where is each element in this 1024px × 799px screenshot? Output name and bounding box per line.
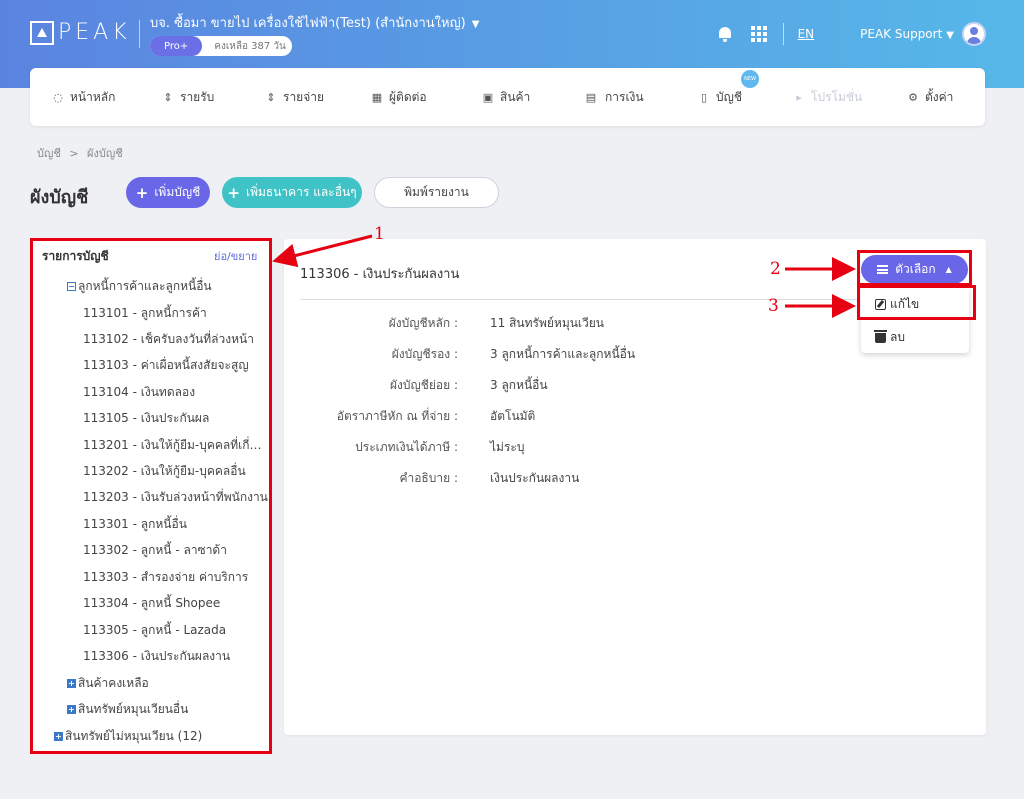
arrow-1 xyxy=(272,234,373,268)
annotation-arrows xyxy=(272,234,856,318)
annotation-label-2: 2 xyxy=(770,259,781,279)
annotation-label-1: 1 xyxy=(374,224,385,244)
annotation-label-3: 3 xyxy=(768,296,779,316)
